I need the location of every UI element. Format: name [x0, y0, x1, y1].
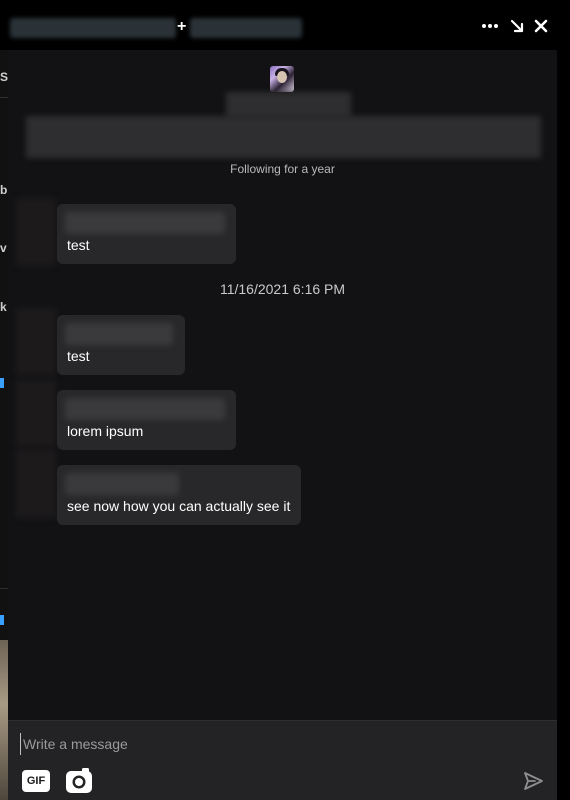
close-icon[interactable] [532, 17, 550, 35]
sender-avatar-redacted [16, 450, 56, 518]
message-bubble: test [57, 204, 236, 264]
background-divider [0, 588, 8, 589]
background-page-edge: S b v k [0, 0, 8, 800]
send-icon[interactable] [522, 770, 544, 792]
chat-panel: Following for a year test 11/16/2021 6:1… [8, 50, 557, 800]
sender-name-redacted [65, 212, 225, 234]
message-input[interactable] [20, 733, 520, 755]
background-link-fragment [0, 615, 4, 625]
message-text: test [67, 348, 90, 364]
background-link-fragment [0, 378, 4, 388]
participant-name-redacted [190, 18, 302, 38]
participant-separator: + [177, 18, 187, 35]
sender-avatar-redacted [16, 308, 56, 376]
participant-name-redacted [10, 18, 176, 38]
message-text: test [67, 237, 90, 253]
background-divider [0, 97, 8, 98]
chat-titlebar: + [0, 0, 570, 50]
background-text-fragment: b [0, 183, 8, 197]
background-image-fragment [0, 640, 8, 800]
message-bubble: see now how you can actually see it [57, 465, 301, 525]
camera-icon[interactable] [65, 768, 93, 794]
message-text: lorem ipsum [67, 423, 144, 439]
more-options-icon[interactable] [481, 17, 499, 35]
window-edge [557, 0, 570, 800]
sender-avatar-redacted [16, 198, 56, 266]
sender-name-redacted [65, 473, 179, 495]
recipient-avatar[interactable] [270, 66, 294, 92]
background-text-fragment: k [0, 300, 7, 314]
background-text-fragment: S [0, 70, 8, 84]
message-composer: GIF [8, 720, 557, 800]
recipient-description-redacted [26, 116, 541, 158]
sender-name-redacted [65, 398, 225, 420]
background-text-fragment: v [0, 241, 7, 255]
message-text: see now how you can actually see it [67, 498, 291, 514]
gif-button[interactable]: GIF [22, 770, 50, 792]
message-bubble: lorem ipsum [57, 390, 236, 450]
recipient-name-redacted [226, 92, 351, 118]
message-timestamp: 11/16/2021 6:16 PM [219, 281, 346, 297]
minimize-arrow-icon[interactable] [508, 17, 526, 35]
sender-name-redacted [65, 323, 173, 345]
sender-avatar-redacted [16, 380, 56, 448]
following-status: Following for a year [230, 162, 335, 176]
message-bubble: test [57, 315, 185, 375]
